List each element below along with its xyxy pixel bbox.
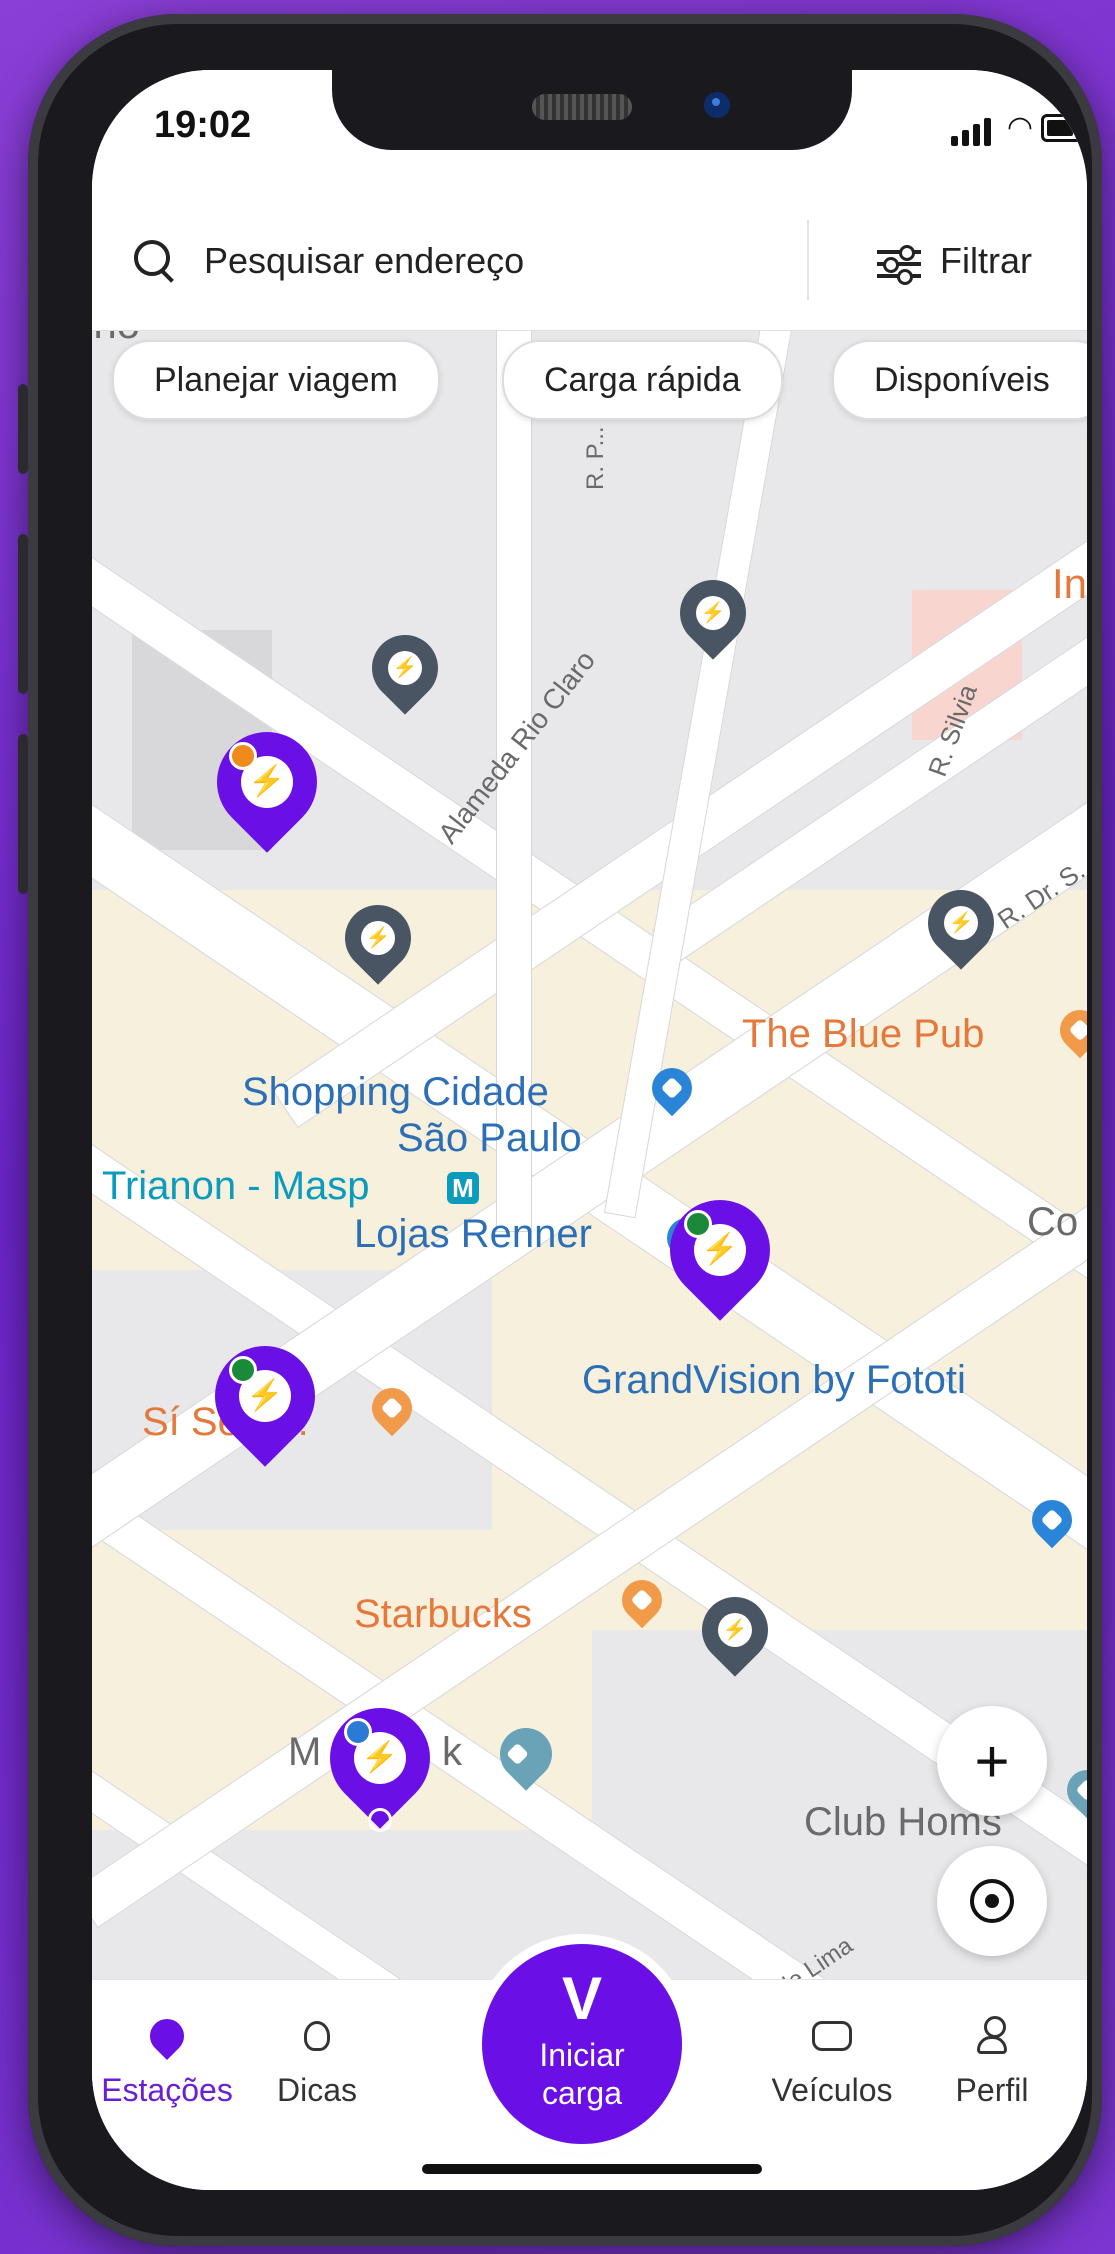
status-dot — [344, 1718, 372, 1746]
status-dot — [229, 742, 257, 770]
chip-fast-charge[interactable]: Carga rápida — [502, 340, 783, 420]
brand-logo-icon: V — [561, 1965, 603, 2032]
poi-label: The Blue Pub — [742, 1012, 985, 1056]
notch — [332, 70, 852, 150]
poi-label: Starbucks — [354, 1592, 532, 1636]
search-icon[interactable] — [134, 240, 170, 276]
metro-icon: M — [447, 1172, 479, 1204]
poi-label: k — [442, 1730, 462, 1774]
poi-label: Trianon - Masp — [102, 1164, 370, 1208]
signal-icon — [951, 118, 991, 146]
bolt-icon: ⚡ — [388, 651, 422, 685]
wifi-icon: ◠ — [1006, 111, 1033, 144]
chip-plan-trip[interactable]: Planejar viagem — [112, 340, 440, 420]
poi-label: In — [1052, 560, 1087, 607]
home-indicator — [422, 2164, 762, 2174]
status-time: 19:02 — [154, 104, 252, 146]
tab-profile[interactable]: Perfil — [917, 2008, 1067, 2109]
tab-vehicles[interactable]: Veículos — [747, 2008, 917, 2109]
status-dot — [229, 1356, 257, 1384]
app-screen: 19:02 ◠ Pesquisar endereço Filtrar Alame… — [92, 70, 1087, 2190]
bolt-icon: ⚡ — [944, 906, 978, 940]
bolt-icon: ⚡ — [718, 1613, 752, 1647]
filter-icon[interactable] — [877, 245, 921, 285]
tab-label: Estações — [101, 2072, 233, 2108]
tab-stations[interactable]: Estações — [92, 2008, 242, 2109]
tab-label: Perfil — [955, 2072, 1029, 2108]
poi-label: GrandVision by Fototi — [582, 1358, 966, 1402]
side-button — [18, 734, 28, 894]
bottom-tab-bar: Estações Dicas V Iniciar carga Veículos — [92, 1944, 1087, 2190]
bolt-icon: ⚡ — [361, 921, 395, 955]
chip-available[interactable]: Disponíveis — [832, 340, 1087, 420]
tab-label: Veículos — [771, 2072, 893, 2108]
poi-label: Co — [1027, 1200, 1079, 1244]
my-location-button[interactable] — [937, 1846, 1047, 1956]
zoom-in-button[interactable]: + — [937, 1706, 1047, 1816]
filter-button[interactable]: Filtrar — [940, 240, 1032, 282]
side-button — [18, 534, 28, 694]
speaker — [532, 94, 632, 120]
clock-icon — [368, 1808, 392, 1832]
car-icon — [747, 2008, 917, 2064]
status-dot — [684, 1210, 712, 1238]
start-charging-button[interactable]: V Iniciar carga — [482, 1944, 682, 2144]
tab-label: Dicas — [276, 2072, 357, 2108]
bolt-pin-icon — [92, 2008, 242, 2064]
search-bar: Pesquisar endereço Filtrar — [92, 190, 1087, 331]
bolt-icon: ⚡ — [696, 596, 730, 630]
poi-label: São Paulo — [397, 1116, 582, 1160]
crosshair-icon — [970, 1879, 1014, 1923]
street-label: R. P... — [582, 426, 609, 490]
camera — [704, 92, 730, 118]
divider — [807, 220, 809, 300]
search-input[interactable]: Pesquisar endereço — [204, 240, 524, 282]
map-view[interactable]: Alameda Rio Claro R. P... R. Silvia R. D… — [92, 300, 1087, 2190]
poi-label: Shopping Cidade — [242, 1070, 549, 1114]
side-button — [18, 384, 28, 474]
battery-icon — [1041, 114, 1087, 142]
start-label-line2: carga — [541, 2075, 623, 2111]
lightbulb-icon — [242, 2008, 392, 2064]
poi-label: Lojas Renner — [354, 1212, 592, 1256]
poi-label: M — [288, 1730, 322, 1774]
start-label-line1: Iniciar — [539, 2037, 625, 2073]
person-icon — [917, 2008, 1067, 2064]
tab-tips[interactable]: Dicas — [242, 2008, 392, 2109]
